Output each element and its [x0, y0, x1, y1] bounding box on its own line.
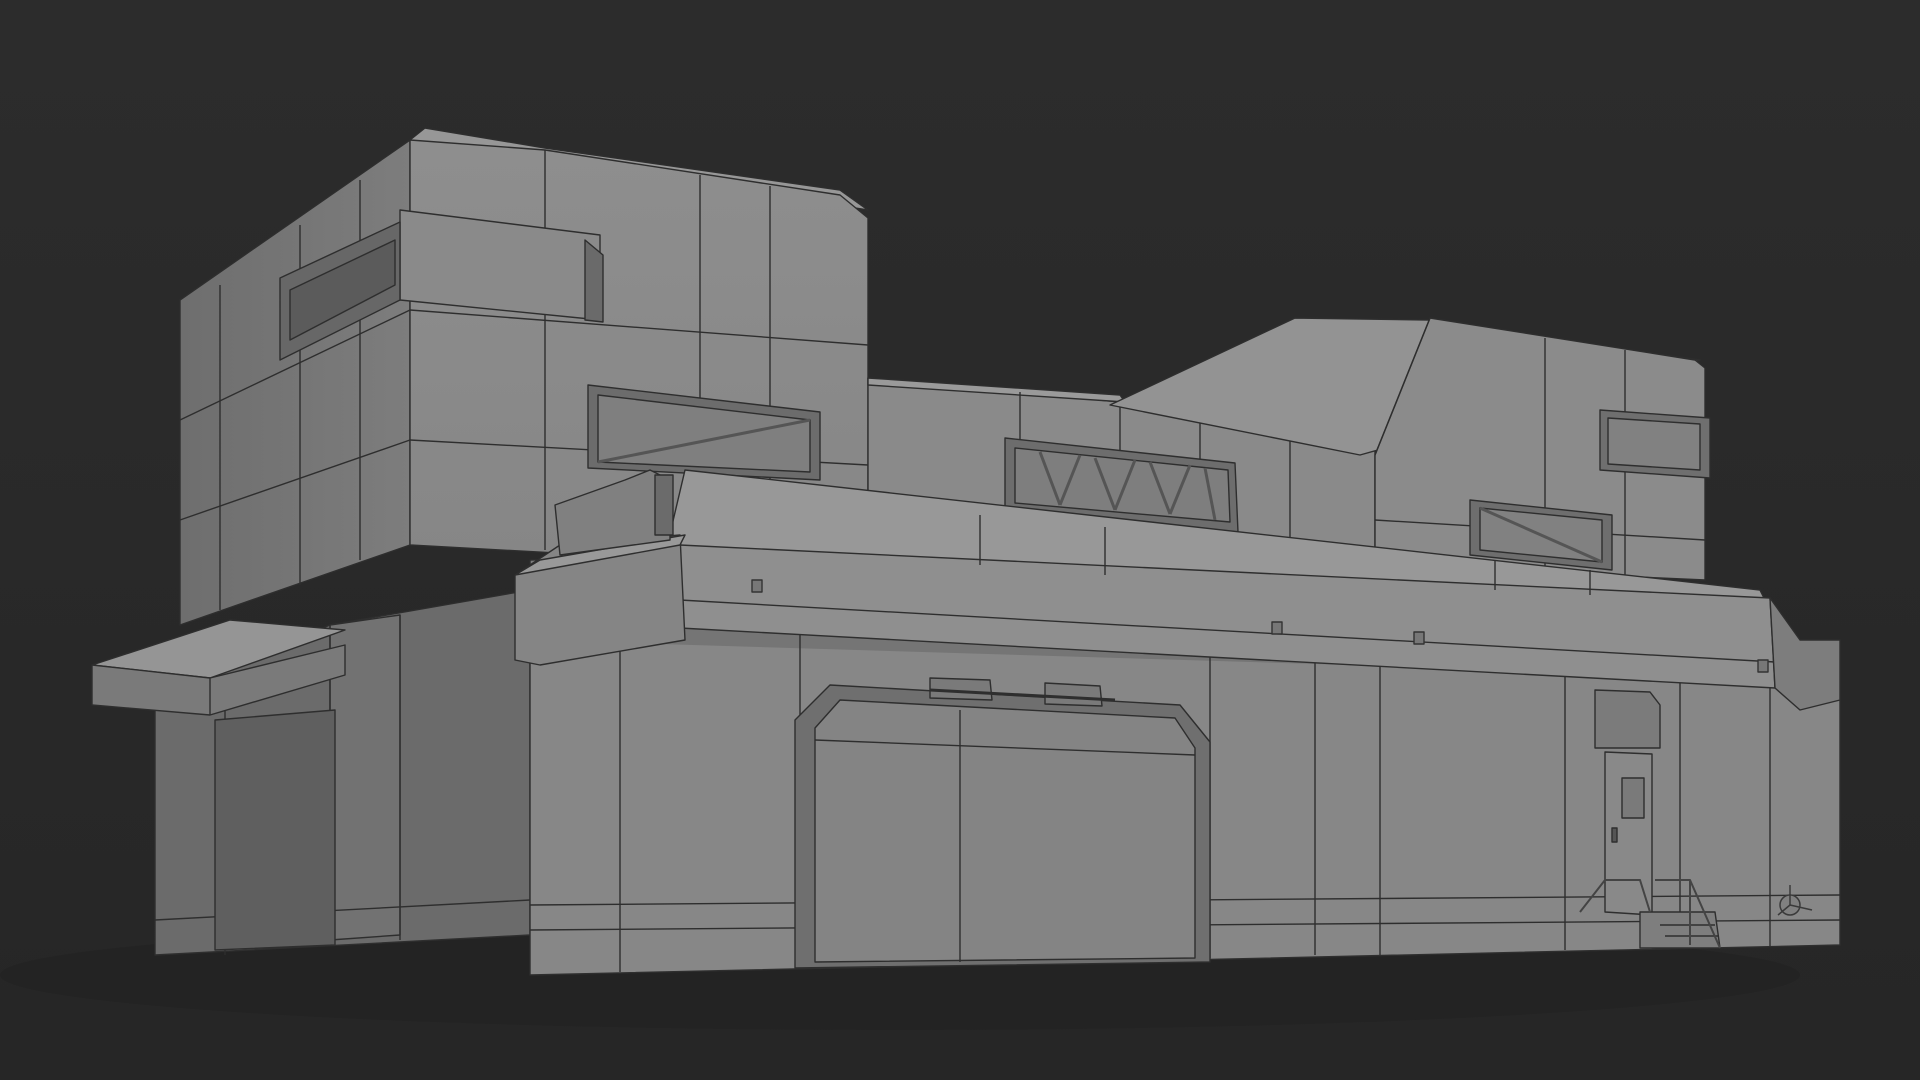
garage-door: [814, 699, 1196, 963]
door-window: [1621, 777, 1645, 819]
door-handle: [1611, 827, 1618, 843]
render-viewport: [0, 0, 1920, 1080]
entry-door-hood: [1594, 689, 1661, 749]
entry-stairs: [1639, 911, 1721, 949]
wireframe-render: [0, 0, 1920, 1080]
